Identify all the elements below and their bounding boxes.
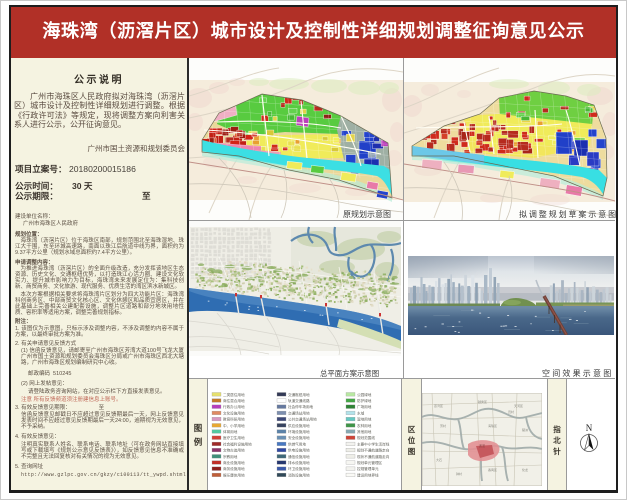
svg-text:行政办公用地: 行政办公用地 xyxy=(223,404,245,409)
svg-text:控规管理单元: 控规管理单元 xyxy=(357,466,379,471)
svg-text:教育科研用地: 教育科研用地 xyxy=(223,417,245,422)
svg-text:钟村: 钟村 xyxy=(456,471,462,476)
svg-text:宗教用地: 宗教用地 xyxy=(223,454,238,459)
svg-text:供应设施用地: 供应设施用地 xyxy=(288,423,310,428)
svg-text:广场用地: 广场用地 xyxy=(357,404,372,409)
svg-text:现状不通航道路走向: 现状不通航道路走向 xyxy=(357,454,390,459)
svg-text:环卫设施用地: 环卫设施用地 xyxy=(288,466,310,471)
svg-text:番禺区: 番禺区 xyxy=(488,467,497,472)
svg-text:水域: 水域 xyxy=(357,410,365,415)
svg-text:天河区: 天河区 xyxy=(514,403,523,408)
svg-text:环境设施用地: 环境设施用地 xyxy=(288,429,310,434)
svg-text:化龙: 化龙 xyxy=(522,467,528,472)
svg-text:农林用地: 农林用地 xyxy=(357,423,372,428)
svg-text:其他用地: 其他用地 xyxy=(357,429,372,434)
svg-text:供电设施用地: 供电设施用地 xyxy=(288,448,310,453)
svg-text:交通枢纽用地: 交通枢纽用地 xyxy=(288,392,310,397)
svg-text:医疗卫生用地: 医疗卫生用地 xyxy=(223,435,245,440)
svg-text:防护绿地: 防护绿地 xyxy=(357,398,372,403)
svg-text:规划不通航道路走向: 规划不通航道路走向 xyxy=(357,448,390,453)
svg-text:芳村: 芳村 xyxy=(440,423,446,428)
svg-text:体育用地: 体育用地 xyxy=(223,429,238,434)
svg-text:文物古迹用地: 文物古迹用地 xyxy=(223,448,245,453)
svg-text:员村: 员村 xyxy=(508,409,514,414)
svg-text:荔湾区: 荔湾区 xyxy=(434,403,443,408)
svg-text:排水设施用地: 排水设施用地 xyxy=(288,460,310,465)
svg-text:通信设施用地: 通信设施用地 xyxy=(288,454,310,459)
svg-text:二类居住用地: 二类居住用地 xyxy=(223,392,245,397)
svg-text:供燃气用地: 供燃气用地 xyxy=(288,441,306,446)
svg-text:海珠区: 海珠区 xyxy=(488,423,497,428)
svg-text:公共交通场站用地: 公共交通场站用地 xyxy=(288,417,317,422)
svg-text:安全设施用地: 安全设施用地 xyxy=(288,435,310,440)
svg-text:N: N xyxy=(586,423,593,433)
svg-text:主要中小学生活岸线: 主要中小学生活岸线 xyxy=(357,441,390,446)
svg-text:社会停车场用地: 社会停车场用地 xyxy=(288,404,314,409)
svg-text:建设用地界线: 建设用地界线 xyxy=(357,472,379,477)
svg-text:娱乐康体用地: 娱乐康体用地 xyxy=(223,472,245,477)
svg-text:中、小学用地: 中、小学用地 xyxy=(223,423,245,428)
svg-text:公园绿地: 公园绿地 xyxy=(357,392,372,397)
svg-text:消防设施用地: 消防设施用地 xyxy=(288,472,310,477)
svg-text:商住混合用地: 商住混合用地 xyxy=(223,398,245,403)
svg-text:琶洲: 琶洲 xyxy=(522,427,528,432)
svg-text:商务设施用地: 商务设施用地 xyxy=(223,466,245,471)
svg-text:文化设施用地: 文化设施用地 xyxy=(223,410,245,415)
svg-text:交通场站用地: 交通场站用地 xyxy=(288,410,310,415)
svg-text:规划单元管理区: 规划单元管理区 xyxy=(357,460,383,465)
svg-text:商业设施用地: 商业设施用地 xyxy=(223,460,245,465)
svg-text:大石: 大石 xyxy=(436,457,442,462)
svg-text:越秀区: 越秀区 xyxy=(478,399,487,404)
svg-text:湿地用地: 湿地用地 xyxy=(357,417,372,422)
svg-text:社会福利设施用地: 社会福利设施用地 xyxy=(223,441,252,446)
svg-text:轨道交通线路: 轨道交通线路 xyxy=(288,398,310,403)
svg-text:沥滘: 沥滘 xyxy=(479,443,485,448)
svg-text:规划范围线: 规划范围线 xyxy=(357,435,375,440)
